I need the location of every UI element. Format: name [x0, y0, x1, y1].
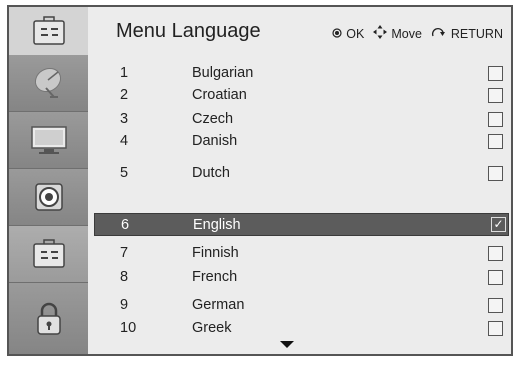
sidebar-item-setup[interactable] [9, 226, 88, 283]
language-row[interactable]: 9 German [94, 294, 505, 316]
osd-menu: Menu Language OK Move RETURN 1 Bulgarian… [7, 5, 513, 356]
language-name: Finnish [192, 245, 239, 261]
return-icon [431, 26, 447, 41]
language-row[interactable]: 4 Danish [94, 130, 505, 152]
sidebar-header [9, 7, 88, 55]
sidebar-item-lock[interactable] [9, 283, 88, 354]
satellite-dish-icon [32, 66, 66, 100]
language-checkbox[interactable] [488, 297, 503, 313]
padlock-icon [35, 301, 63, 337]
tv-screen-icon [30, 124, 68, 156]
row-number: 9 [120, 297, 129, 313]
language-checkbox-checked[interactable]: ✓ [491, 217, 506, 232]
language-name: Dutch [192, 165, 230, 181]
row-number: 4 [120, 133, 129, 149]
toolbox-icon [32, 16, 66, 46]
row-number: 8 [120, 269, 129, 285]
language-name: German [192, 297, 245, 313]
language-name: Croatian [192, 87, 247, 103]
sidebar-item-sound[interactable] [9, 169, 88, 226]
language-checkbox[interactable] [488, 87, 503, 103]
language-checkbox[interactable] [488, 111, 503, 127]
language-name: English [193, 216, 241, 233]
language-list: 1 Bulgarian 2 Croatian 3 Czech 4 Danish … [88, 55, 511, 354]
language-name: Bulgarian [192, 65, 254, 81]
return-hint: RETURN [431, 26, 503, 41]
scroll-down-arrow-icon[interactable] [280, 341, 294, 348]
language-row[interactable]: 7 Finnish [94, 242, 505, 264]
language-row[interactable]: 1 Bulgarian [94, 62, 505, 84]
row-number: 10 [120, 320, 137, 336]
row-number: 7 [120, 245, 129, 261]
language-row[interactable]: 3 Czech [94, 108, 505, 130]
language-name: French [192, 269, 238, 285]
row-number: 6 [121, 216, 130, 233]
sidebar-item-channels[interactable] [9, 55, 88, 112]
ok-hint: OK [332, 27, 364, 41]
row-number: 3 [120, 111, 129, 127]
language-name: Greek [192, 320, 232, 336]
move-arrows-icon [373, 25, 388, 42]
row-number: 5 [120, 165, 129, 181]
row-number: 2 [120, 87, 129, 103]
language-row-selected[interactable]: 6 English ✓ [94, 213, 509, 236]
language-checkbox[interactable] [488, 65, 503, 81]
language-checkbox[interactable] [488, 133, 503, 149]
language-checkbox[interactable] [488, 165, 503, 181]
key-hints: OK Move RETURN [323, 25, 503, 42]
language-checkbox[interactable] [488, 269, 503, 285]
sidebar-item-picture[interactable] [9, 112, 88, 169]
page-title: Menu Language [116, 20, 261, 42]
language-row[interactable]: 2 Croatian [94, 84, 505, 106]
language-checkbox[interactable] [488, 245, 503, 261]
language-checkbox[interactable] [488, 320, 503, 336]
toolbox-icon [32, 239, 66, 269]
language-row[interactable]: 8 French [94, 266, 505, 288]
ok-icon [332, 27, 342, 41]
move-hint: Move [373, 25, 422, 42]
speaker-icon [33, 181, 65, 213]
header: Menu Language OK Move RETURN [88, 7, 511, 55]
sidebar [9, 7, 88, 354]
language-name: Czech [192, 111, 234, 127]
language-row[interactable]: 5 Dutch [94, 162, 505, 184]
row-number: 1 [120, 65, 129, 81]
language-row[interactable]: 10 Greek [94, 317, 505, 339]
language-name: Danish [192, 133, 238, 149]
